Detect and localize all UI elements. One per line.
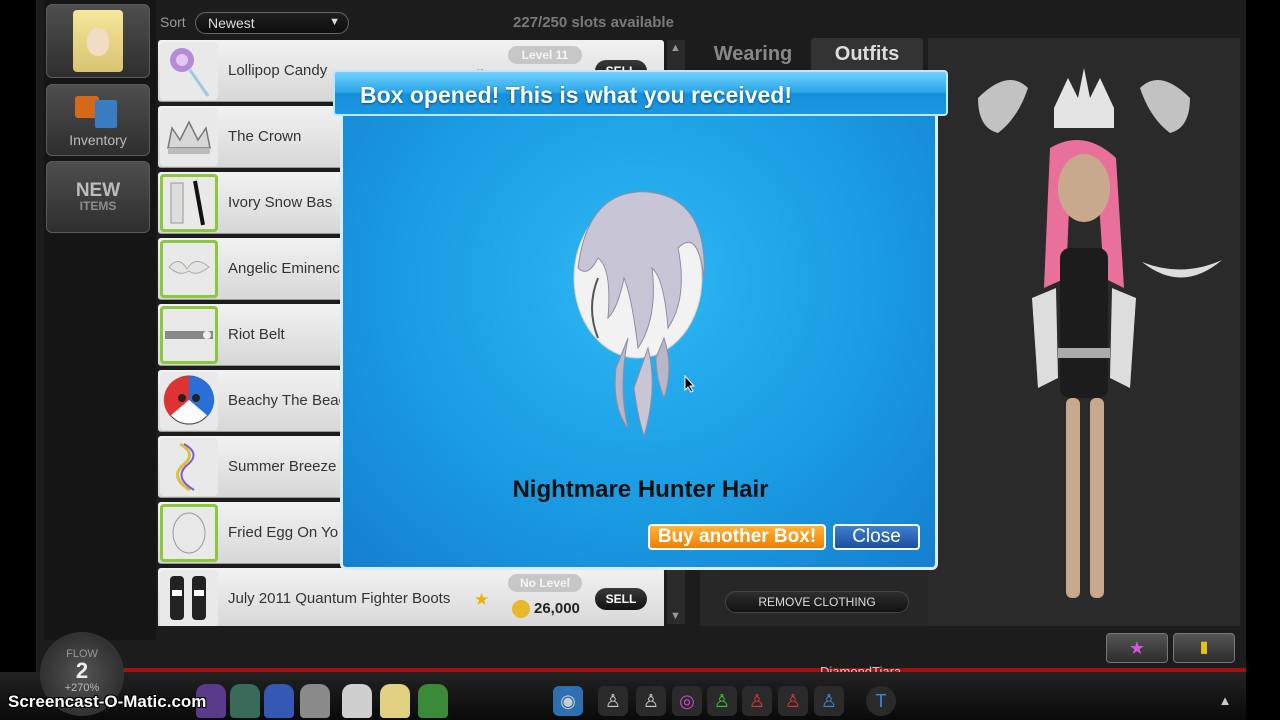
dropdown-arrow-icon: ▼ [329,16,340,28]
item-name: Ivory Snow Bas [228,194,333,211]
item-name: The Crown [228,128,302,145]
shopping-bag-icon: ▮ [1199,639,1209,656]
friend-avatar[interactable] [300,684,330,718]
favorite-button[interactable]: ★ [1106,633,1168,663]
slots-available: 227/250 slots available [513,14,674,31]
character-preview [928,38,1240,626]
sort-label: Sort [160,14,186,30]
coin-icon [512,600,530,618]
item-name: Lollipop Candy [228,62,328,79]
mood-icon[interactable]: ◎ [672,686,702,716]
fight-icon[interactable]: ♙ [778,686,808,716]
gesture-icon[interactable]: ♙ [814,686,844,716]
sort-dropdown[interactable]: Newest ▼ [195,12,349,34]
scroll-down-icon[interactable]: ▼ [670,610,681,622]
buy-another-box-button[interactable]: Buy another Box! [648,524,826,550]
sort-selected-value: Newest [208,15,255,31]
level-badge: Level 11 [508,46,582,64]
shop-button[interactable]: ▮ [1173,633,1235,663]
profile-avatar-button[interactable] [46,4,150,78]
belt-icon [160,306,218,364]
character-figure-icon [978,68,1222,598]
item-price: 26,000 [534,600,580,617]
crown-icon [160,108,218,166]
inventory-label: Inventory [69,132,127,148]
chat-icon[interactable]: T [866,686,896,716]
pose-icon[interactable]: ♙ [636,686,666,716]
friend-avatar[interactable] [380,684,410,718]
lollipop-icon [160,42,218,100]
screen-edge [1246,0,1280,720]
received-item-name: Nightmare Hunter Hair [512,476,769,503]
dialog-header: Box opened! This is what you received! [333,70,948,116]
hair-item-icon [568,188,718,448]
star-icon: ★ [1128,638,1146,658]
dialog-title: Box opened! This is what you received! [360,82,792,108]
new-items-button[interactable]: NEW ITEMS [46,161,150,233]
sell-button[interactable]: SELL [595,588,647,610]
friend-avatar[interactable] [418,684,448,718]
new-items-subtitle: ITEMS [79,199,117,213]
item-name: Summer Breeze [228,458,337,475]
friend-avatar[interactable] [264,684,294,718]
close-button[interactable]: Close [833,524,920,550]
boots-icon [160,570,218,626]
box-opened-dialog: Box opened! This is what you received! N… [333,70,948,570]
scroll-up-icon[interactable]: ▲ [670,42,681,54]
watermark: Screencast-O-Matic.com [8,692,207,711]
inventory-button[interactable]: Inventory [46,84,150,156]
tab-outfits[interactable]: Outfits [811,38,923,70]
mouse-cursor-icon [684,375,696,393]
item-name: Beachy The Beac [228,392,347,409]
friend-avatar[interactable] [230,684,260,718]
remove-clothing-button[interactable]: REMOVE CLOTHING [725,591,909,613]
item-name: Angelic Eminenc [228,260,340,277]
beach-ball-icon [160,372,218,430]
item-name: July 2011 Quantum Fighter Boots [228,590,451,607]
clothing-item-icon [160,174,218,232]
level-badge: No Level [508,574,582,592]
action-icon[interactable]: ♙ [742,686,772,716]
dance-icon[interactable]: ♙ [707,686,737,716]
item-name: Fried Egg On Yo [228,524,339,541]
rainbow-streak-icon [160,438,218,496]
clothing-icon [75,92,121,128]
tab-wearing[interactable]: Wearing [700,38,806,70]
list-item[interactable]: July 2011 Quantum Fighter Boots ★ No Lev… [158,568,664,626]
walk-icon[interactable]: ♙ [598,686,628,716]
friend-avatar[interactable] [342,684,372,718]
camera-icon[interactable]: ◉ [553,686,583,716]
avatar [73,10,123,72]
item-name: Riot Belt [228,326,285,343]
wings-icon [160,240,218,298]
star-icon: ★ [474,590,490,609]
hair-icon [160,504,218,562]
flow-number: 2 [75,658,89,683]
expand-up-icon[interactable]: ▲ [1210,686,1240,716]
new-items-title: NEW [75,180,121,201]
